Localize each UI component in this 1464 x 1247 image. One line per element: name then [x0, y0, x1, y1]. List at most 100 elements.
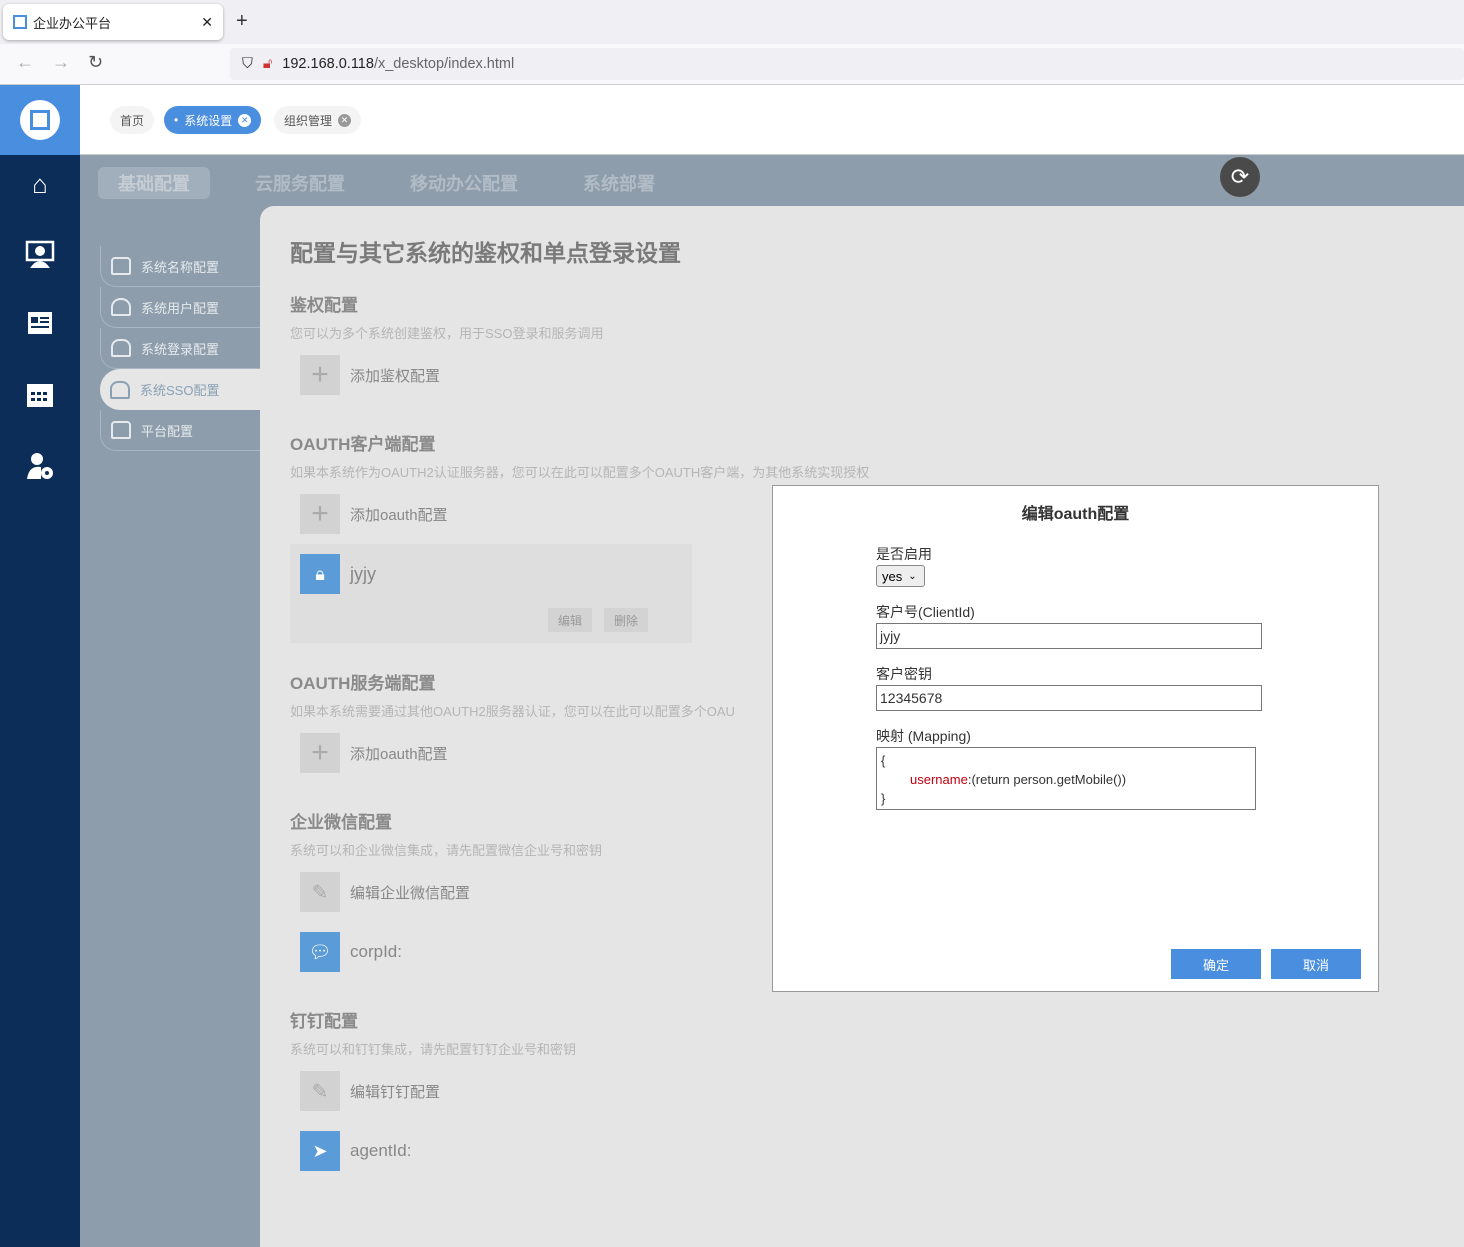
client-id-label: 客户号(ClientId) [876, 604, 975, 620]
tab-title: 企业办公平台 [33, 15, 112, 31]
submenu-system-user[interactable]: 系统用户配置 [100, 287, 260, 328]
add-oauth-client-button[interactable]: + 添加oauth配置 [300, 494, 448, 534]
home-icon[interactable]: ⌂ [24, 169, 56, 201]
client-name: jyjy [350, 563, 376, 584]
close-icon[interactable]: ✕ [238, 113, 252, 127]
pencil-icon: ✎ [300, 872, 340, 912]
header-tab-home[interactable]: 首页 [110, 106, 155, 134]
add-auth-button[interactable]: + 添加鉴权配置 [300, 355, 440, 395]
button-label: 添加oauth配置 [350, 506, 448, 524]
header-tab-system-settings[interactable]: • 系统设置 ✕ [164, 106, 262, 134]
submenu-system-name[interactable]: 系统名称配置 [100, 246, 260, 287]
oauth-client-item: 🔒︎ jyjy [300, 554, 376, 594]
submenu-label: 系统用户配置 [141, 300, 220, 316]
lock-icon: 🔒︎ [300, 554, 340, 594]
button-label: 删除 [614, 613, 639, 628]
dot-icon: • [174, 113, 179, 127]
tab-label: 系统设置 [184, 113, 233, 128]
app-header: 首页 • 系统设置 ✕ 组织管理 ✕ [80, 85, 1464, 155]
submenu-system-login[interactable]: 系统登录配置 [100, 328, 260, 369]
plus-icon: + [300, 355, 340, 395]
tab-label: 系统部署 [583, 174, 655, 194]
dingtalk-agentid: ➤ agentId: [300, 1131, 411, 1171]
top-tab-cloud[interactable]: 云服务配置 [235, 167, 365, 199]
edit-button[interactable]: 编辑 [548, 608, 593, 632]
section-heading: OAUTH客户端配置 [290, 435, 436, 454]
tab-label: 云服务配置 [255, 174, 345, 194]
back-icon[interactable]: ← [16, 52, 34, 73]
section-desc: 如果本系统作为OAUTH2认证服务器，您可以在此可以配置多个OAUTH客户端，为… [290, 465, 870, 480]
lock-icon [110, 380, 130, 399]
insecure-lock-icon: 🔓︎ [262, 56, 273, 72]
mapping-editor[interactable]: { username:(return person.getMobile()) } [876, 747, 1256, 810]
ok-button[interactable]: 确定 [1171, 949, 1261, 979]
platform-settings-icon [111, 421, 131, 439]
close-tab-icon[interactable]: ✕ [201, 14, 213, 31]
section-heading: 钉钉配置 [290, 1012, 358, 1031]
header-tab-org-management[interactable]: 组织管理 ✕ [274, 106, 362, 134]
top-tab-deploy[interactable]: 系统部署 [563, 167, 675, 199]
secret-label: 客户密钥 [876, 666, 932, 682]
tab-label: 基础配置 [118, 174, 190, 194]
section-heading: OAUTH服务端配置 [290, 674, 436, 693]
section-desc: 您可以为多个系统创建鉴权，用于SSO登录和服务调用 [290, 326, 604, 341]
user-settings-icon[interactable] [24, 451, 56, 483]
calendar-icon[interactable] [24, 379, 56, 411]
submenu-label: 系统登录配置 [141, 341, 220, 357]
section-desc: 系统可以和钉钉集成，请先配置钉钉企业号和密钥 [290, 1042, 577, 1057]
reload-icon[interactable]: ↻ [88, 52, 103, 73]
browser-tab[interactable]: 企业办公平台 ✕ [3, 4, 223, 40]
mapping-label: 映射 (Mapping) [876, 728, 971, 744]
mapping-key: username [910, 772, 968, 787]
button-label: 添加鉴权配置 [350, 367, 441, 385]
select-value: yes [882, 568, 903, 584]
user-monitor-icon[interactable] [24, 239, 56, 271]
secret-input[interactable]: 12345678 [876, 685, 1262, 711]
button-label: 添加oauth配置 [350, 745, 448, 763]
new-tab-button[interactable]: + [236, 10, 248, 33]
news-icon[interactable] [24, 309, 56, 341]
submenu-platform[interactable]: 平台配置 [100, 410, 260, 451]
enable-select[interactable]: yes ⌄ [876, 565, 925, 587]
url-path: /x_desktop/index.html [373, 56, 515, 72]
dingtalk-icon: ➤ [300, 1131, 340, 1171]
button-label: 编辑钉钉配置 [350, 1083, 441, 1101]
edit-wechat-button[interactable]: ✎ 编辑企业微信配置 [300, 872, 470, 912]
refresh-icon: ⟳ [1230, 164, 1250, 189]
submenu-system-sso[interactable]: 系统SSO配置 [100, 369, 260, 410]
logo-icon [30, 110, 50, 130]
app-logo[interactable] [0, 85, 80, 155]
favicon-icon [13, 15, 27, 29]
dialog-title: 编辑oauth配置 [1021, 506, 1130, 523]
agentid-label: agentId: [350, 1141, 412, 1160]
browser-nav-bar: ← → ↻ ⛉ 🔓︎ 192.168.0.118/x_desktop/index… [0, 44, 1464, 85]
oauth-client-card: 🔒︎ jyjy 编辑 删除 [290, 544, 692, 643]
button-label: 编辑企业微信配置 [350, 884, 471, 902]
address-bar[interactable]: ⛉ 🔓︎ 192.168.0.118/x_desktop/index.html [230, 48, 1464, 80]
button-label: 编辑 [558, 613, 583, 628]
tab-label: 移动办公配置 [410, 174, 518, 194]
cancel-button[interactable]: 取消 [1271, 949, 1361, 979]
edit-dingtalk-button[interactable]: ✎ 编辑钉钉配置 [300, 1071, 440, 1111]
client-id-input[interactable]: jyjy [876, 623, 1262, 649]
url-host: 192.168.0.118 [282, 56, 374, 72]
pencil-icon: ✎ [300, 1071, 340, 1111]
enable-label: 是否启用 [876, 546, 932, 562]
delete-button[interactable]: 删除 [604, 608, 649, 632]
corpid-label: corpId: [350, 942, 402, 961]
plus-icon: + [300, 494, 340, 534]
top-tab-mobile[interactable]: 移动办公配置 [390, 167, 538, 199]
close-icon[interactable]: ✕ [338, 113, 352, 127]
refresh-button[interactable]: ⟳ [1220, 157, 1260, 197]
shield-icon: ⛉ [242, 56, 253, 72]
forward-icon[interactable]: → [52, 52, 70, 73]
submenu-label: 平台配置 [141, 423, 194, 439]
tab-label: 首页 [120, 113, 145, 128]
section-desc: 系统可以和企业微信集成，请先配置微信企业号和密钥 [290, 843, 603, 858]
page-title: 配置与其它系统的鉴权和单点登录设置 [290, 240, 681, 266]
wechat-corpid: 💬︎ corpId: [300, 932, 402, 972]
add-oauth-server-button[interactable]: + 添加oauth配置 [300, 733, 448, 773]
plus-icon: + [300, 733, 340, 773]
left-nav: ⌂ [0, 155, 80, 1247]
top-tab-basic[interactable]: 基础配置 [98, 167, 210, 199]
